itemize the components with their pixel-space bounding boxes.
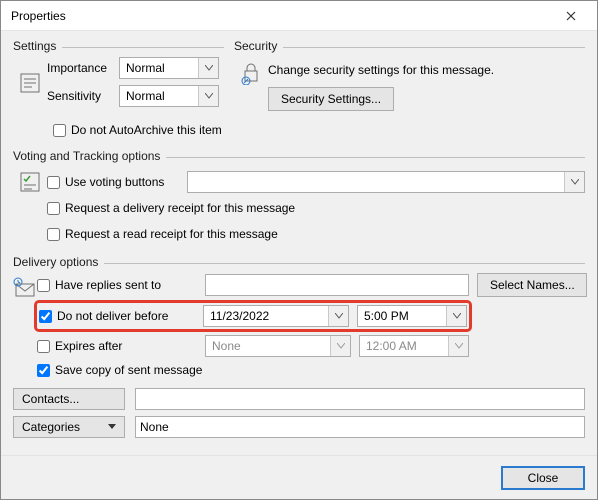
categories-button[interactable]: Categories — [13, 416, 125, 438]
save-copy-checkbox[interactable]: Save copy of sent message — [37, 363, 202, 377]
do-not-deliver-date-select[interactable]: 11/23/2022 — [203, 305, 349, 327]
checklist-icon — [19, 171, 41, 196]
do-not-deliver-time-select[interactable]: 5:00 PM — [357, 305, 467, 327]
voting-buttons-select[interactable] — [187, 171, 585, 193]
delivery-icon — [13, 277, 37, 302]
autoarchive-checkbox[interactable]: Do not AutoArchive this item — [53, 123, 222, 137]
chevron-down-icon — [198, 58, 218, 78]
security-group-label: Security — [234, 39, 283, 53]
chevron-down-icon — [446, 306, 466, 326]
dialog-content: Settings Import — [1, 31, 597, 455]
sensitivity-select[interactable]: Normal — [119, 85, 219, 107]
settings-group: Settings Import — [13, 39, 224, 143]
categories-field[interactable]: None — [135, 416, 585, 438]
security-desc: Change security settings for this messag… — [268, 63, 494, 77]
contacts-button[interactable]: Contacts... — [13, 388, 125, 410]
importance-select[interactable]: Normal — [119, 57, 219, 79]
importance-label: Importance — [47, 61, 119, 75]
sensitivity-label: Sensitivity — [47, 89, 119, 103]
read-receipt-checkbox[interactable]: Request a read receipt for this message — [47, 227, 278, 241]
settings-group-label: Settings — [13, 39, 62, 53]
expires-after-checkbox[interactable]: Expires after — [37, 339, 197, 353]
use-voting-checkbox[interactable]: Use voting buttons — [47, 175, 187, 189]
delivery-group-label: Delivery options — [13, 255, 104, 269]
properties-icon — [19, 72, 41, 97]
expires-date-select[interactable]: None — [205, 335, 351, 357]
voting-group-label: Voting and Tracking options — [13, 149, 166, 163]
dialog-button-bar: Close — [1, 455, 597, 499]
chevron-down-icon — [330, 336, 350, 356]
security-settings-button[interactable]: Security Settings... — [268, 87, 394, 111]
do-not-deliver-checkbox[interactable]: Do not deliver before — [39, 309, 195, 323]
have-replies-field[interactable] — [205, 274, 469, 296]
contacts-field[interactable] — [135, 388, 585, 410]
title-bar: Properties — [1, 1, 597, 31]
delivery-group: Delivery options — [13, 255, 585, 380]
dialog-title: Properties — [11, 9, 551, 23]
have-replies-checkbox[interactable]: Have replies sent to — [37, 278, 197, 292]
chevron-down-icon — [198, 86, 218, 106]
chevron-down-icon — [564, 172, 584, 192]
close-button[interactable]: Close — [501, 466, 585, 490]
voting-group: Voting and Tracking options — [13, 149, 585, 249]
select-names-button[interactable]: Select Names... — [477, 273, 587, 297]
close-icon[interactable] — [551, 2, 591, 30]
delivery-receipt-checkbox[interactable]: Request a delivery receipt for this mess… — [47, 201, 295, 215]
properties-dialog: Properties Settings — [0, 0, 598, 500]
chevron-down-icon — [448, 336, 468, 356]
caret-down-icon — [108, 424, 116, 430]
chevron-down-icon — [328, 306, 348, 326]
expires-time-select[interactable]: 12:00 AM — [359, 335, 469, 357]
security-group: Security — [234, 39, 585, 143]
padlock-icon — [240, 61, 262, 88]
